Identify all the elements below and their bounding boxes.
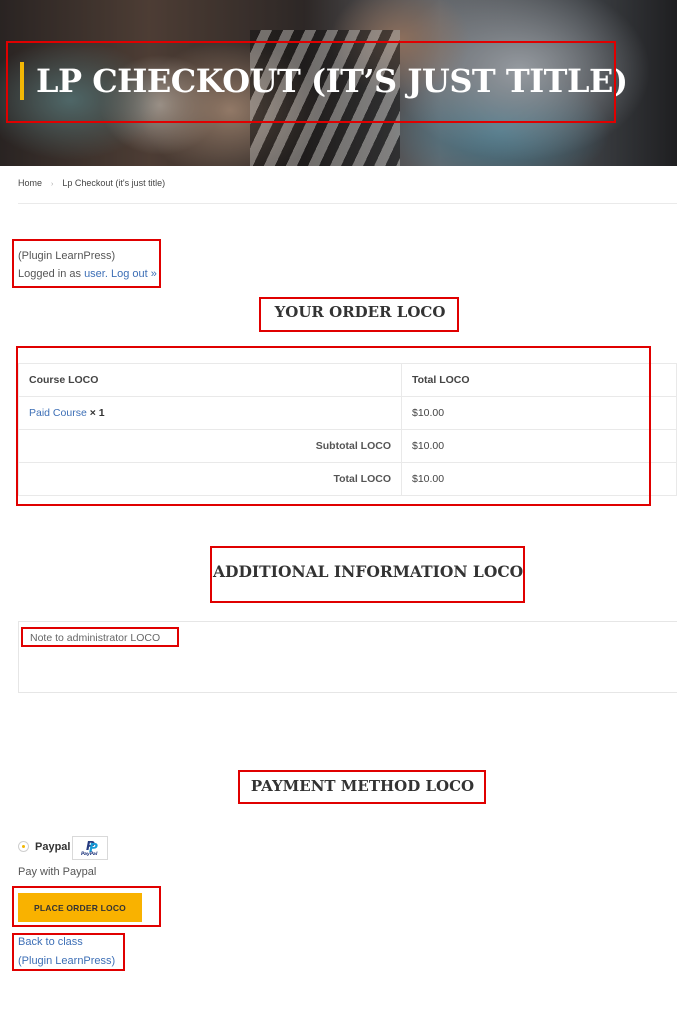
annotation-box-title	[6, 41, 616, 123]
annotation-box-order-table	[16, 346, 651, 506]
annotation-box-login	[12, 239, 161, 288]
paypal-radio[interactable]	[18, 841, 29, 852]
annotation-box-place-order	[12, 886, 161, 927]
breadcrumb-divider	[18, 203, 677, 204]
annotation-box-additional-heading	[210, 546, 525, 603]
breadcrumb-current: Lp Checkout (it's just title)	[62, 178, 166, 188]
paypal-label[interactable]: Paypal	[35, 841, 70, 853]
breadcrumb: Home › Lp Checkout (it's just title)	[18, 178, 165, 188]
annotation-box-footer-links	[12, 933, 125, 971]
breadcrumb-separator: ›	[51, 181, 54, 188]
annotation-box-payment-heading	[238, 770, 486, 804]
breadcrumb-home-link[interactable]: Home	[18, 178, 42, 188]
annotation-box-note	[21, 627, 179, 647]
payment-description: Pay with Paypal	[18, 866, 97, 878]
paypal-logo-icon: PP PayPal	[72, 836, 108, 860]
paypal-logo-text: PayPal	[81, 852, 98, 857]
annotation-box-order-heading	[259, 297, 459, 332]
